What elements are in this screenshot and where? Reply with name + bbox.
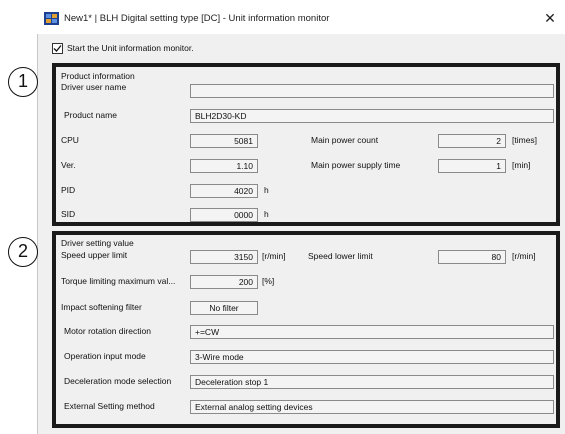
pid-label: PID — [61, 185, 76, 195]
driver-setting-title: Driver setting value — [61, 238, 134, 248]
driver-setting-panel: Driver setting value Speed upper limit 3… — [52, 231, 560, 428]
main-power-count-label: Main power count — [311, 135, 379, 145]
motor-rotation-direction-field: +=CW — [190, 325, 554, 339]
main-power-count-unit: [times] — [512, 135, 538, 145]
window-title: New1* | BLH Digital setting type [DC] - … — [64, 13, 330, 24]
external-setting-method-label: External Setting method — [64, 401, 155, 411]
close-icon[interactable]: ✕ — [541, 9, 559, 27]
impact-softening-filter-field: No filter — [190, 301, 258, 315]
main-power-supply-time-field: 1 — [438, 159, 506, 173]
callout-1: 1 — [8, 67, 38, 97]
torque-limit-unit: [%] — [262, 276, 275, 286]
main-power-count-field: 2 — [438, 134, 506, 148]
main-power-supply-time-label: Main power supply time — [311, 160, 401, 170]
speed-lower-limit-label: Speed lower limit — [308, 251, 373, 261]
start-monitor-label: Start the Unit information monitor. — [67, 43, 194, 53]
deceleration-mode-label: Deceleration mode selection — [64, 376, 172, 386]
speed-upper-limit-field: 3150 — [190, 250, 258, 264]
torque-limit-field: 200 — [190, 275, 258, 289]
sid-field: 0000 — [190, 208, 258, 222]
check-icon[interactable] — [52, 42, 63, 54]
sid-label: SID — [61, 209, 76, 219]
product-name-field: BLH2D30-KD — [190, 109, 554, 123]
cpu-label: CPU — [61, 135, 79, 145]
app-icon — [44, 12, 59, 25]
driver-user-name-field — [190, 84, 554, 98]
pid-field: 4020 — [190, 184, 258, 198]
operation-input-mode-field: 3-Wire mode — [190, 350, 554, 364]
main-power-supply-time-unit: [min] — [512, 160, 531, 170]
cpu-field: 5081 — [190, 134, 258, 148]
ver-label: Ver. — [61, 160, 76, 170]
motor-rotation-direction-label: Motor rotation direction — [64, 326, 151, 336]
speed-upper-limit-unit: [r/min] — [262, 251, 286, 261]
speed-lower-limit-unit: [r/min] — [512, 251, 536, 261]
operation-input-mode-label: Operation input mode — [64, 351, 146, 361]
ver-field: 1.10 — [190, 159, 258, 173]
driver-user-name-label: Driver user name — [61, 82, 127, 92]
speed-lower-limit-field: 80 — [438, 250, 506, 264]
sid-unit: h — [264, 209, 269, 219]
torque-limit-label: Torque limiting maximum val... — [61, 276, 176, 286]
product-info-title: Product information — [61, 71, 135, 81]
product-name-label: Product name — [64, 110, 117, 120]
external-setting-method-field: External analog setting devices — [190, 400, 554, 414]
start-monitor-checkbox[interactable]: Start the Unit information monitor. — [52, 41, 194, 55]
speed-upper-limit-label: Speed upper limit — [61, 250, 128, 260]
callout-2: 2 — [8, 237, 38, 267]
product-information-panel: Product information Driver user name Pro… — [52, 63, 560, 226]
impact-softening-filter-label: Impact softening filter — [61, 302, 142, 312]
title-bar: New1* | BLH Digital setting type [DC] - … — [37, 4, 565, 34]
pid-unit: h — [264, 185, 269, 195]
deceleration-mode-field: Deceleration stop 1 — [190, 375, 554, 389]
